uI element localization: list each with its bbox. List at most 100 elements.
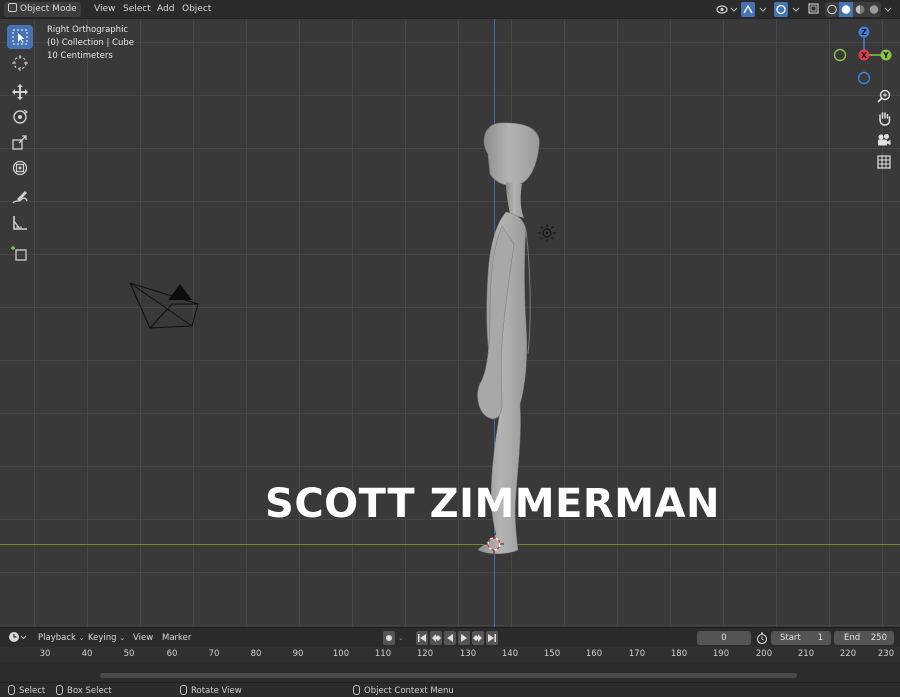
- jump-end-icon: [488, 634, 496, 642]
- select-box-icon: [12, 29, 28, 45]
- visibility-icon[interactable]: [716, 3, 738, 16]
- clock-icon: [9, 632, 27, 642]
- play-reverse-button[interactable]: [444, 631, 456, 645]
- ruler-tick: 200: [755, 649, 773, 659]
- jump-keyframe-forward-button[interactable]: [472, 631, 484, 645]
- menu-add[interactable]: Add: [153, 2, 178, 17]
- gizmo-y-label: Y: [882, 51, 889, 60]
- ruler-tick: 190: [712, 649, 730, 659]
- jump-start-button[interactable]: [416, 631, 428, 645]
- rotate-tool[interactable]: [7, 105, 33, 129]
- jump-keyframe-back-button[interactable]: [430, 631, 442, 645]
- transform-tool[interactable]: [7, 156, 33, 180]
- start-frame-field[interactable]: Start 1: [771, 631, 831, 645]
- record-icon: [386, 635, 392, 641]
- keyframe-forward-icon: [473, 634, 482, 642]
- camera-view-button[interactable]: [873, 129, 895, 151]
- viewport-header: Object Mode View Select Add Object: [0, 0, 900, 19]
- rotate-icon: [13, 109, 29, 124]
- play-button[interactable]: [458, 631, 470, 645]
- zoom-icon: [877, 89, 891, 103]
- stopwatch-icon[interactable]: [756, 632, 768, 644]
- keyframe-back-icon: [432, 634, 441, 642]
- timeline-view-menu[interactable]: View: [129, 631, 157, 645]
- scale-tool[interactable]: [7, 130, 33, 154]
- ruler-tick: 150: [543, 649, 561, 659]
- watermark-text: SCOTT ZIMMERMAN: [265, 481, 720, 527]
- timeline-ruler[interactable]: 30 40 50 60 70 80 90 100 110 120 130 140…: [0, 647, 900, 662]
- add-cube-tool[interactable]: [7, 241, 33, 265]
- playback-menu[interactable]: Playback ⌄: [34, 631, 89, 645]
- pan-view-button[interactable]: [873, 107, 895, 129]
- status-rotate-view: Rotate View: [180, 685, 242, 696]
- navigation-gizmo[interactable]: Z X Y: [832, 25, 896, 87]
- keying-menu[interactable]: Keying ⌄: [84, 631, 129, 645]
- 3d-viewport[interactable]: Right Orthographic (0) Collection | Cube…: [0, 19, 900, 627]
- editor-type-button[interactable]: [4, 631, 32, 645]
- menu-object[interactable]: Object: [178, 2, 215, 17]
- perspective-toggle-button[interactable]: [873, 151, 895, 173]
- ruler-tick: 130: [459, 649, 477, 659]
- move-icon: [12, 84, 28, 100]
- timeline-marker-menu[interactable]: Marker: [158, 631, 195, 645]
- ruler-tick: 230: [877, 649, 895, 659]
- ruler-tick: 80: [250, 649, 262, 659]
- play-icon: [461, 634, 467, 642]
- timeline-header: Playback ⌄ Keying ⌄ View Marker ⌄ 0 Star…: [0, 627, 900, 647]
- gizmo-toggle-icon[interactable]: [741, 2, 769, 17]
- measure-tool[interactable]: [7, 211, 33, 235]
- status-select: Select: [8, 685, 45, 696]
- menu-select[interactable]: Select: [119, 2, 155, 17]
- shading-mode-icons[interactable]: [825, 2, 895, 17]
- jump-end-button[interactable]: [486, 631, 498, 645]
- cursor-tool-icon: [12, 55, 28, 71]
- gizmo-z-label: Z: [861, 28, 867, 37]
- mode-dropdown[interactable]: Object Mode: [4, 2, 81, 17]
- ruler-tick: 30: [39, 649, 51, 659]
- transform-icon: [12, 160, 28, 176]
- mouse-right-icon: [353, 685, 360, 695]
- ruler-tick: 110: [374, 649, 392, 659]
- cursor-tool[interactable]: [7, 51, 33, 75]
- ruler-tick: 50: [123, 649, 135, 659]
- play-reverse-icon: [447, 634, 453, 642]
- move-tool[interactable]: [7, 80, 33, 104]
- end-frame-field[interactable]: End 250: [834, 631, 894, 645]
- status-box-select: Box Select: [56, 685, 112, 696]
- chevron-down-icon: ⌄: [119, 634, 126, 642]
- add-cube-icon: [11, 246, 27, 261]
- current-frame-field[interactable]: 0: [697, 631, 751, 645]
- overlay-toggle-icon[interactable]: [774, 2, 802, 17]
- gizmo-x-label: X: [861, 51, 867, 60]
- timeline-area[interactable]: [0, 662, 900, 682]
- camera-icon: [878, 134, 891, 146]
- view-name: Right Orthographic: [47, 25, 129, 35]
- annotate-icon: [12, 191, 28, 204]
- xray-icon[interactable]: [808, 3, 820, 15]
- object-mode-icon: [8, 3, 17, 12]
- ruler-tick: 160: [585, 649, 603, 659]
- ruler-tick: 70: [208, 649, 220, 659]
- status-bar: Select Box Select Rotate View Object Con…: [0, 682, 900, 697]
- hand-icon: [879, 112, 891, 126]
- ruler-tick: 100: [332, 649, 350, 659]
- ruler-tick: 170: [628, 649, 646, 659]
- mouse-left-icon: [8, 685, 15, 695]
- ruler-tick: 40: [81, 649, 93, 659]
- record-chevron-icon: ⌄: [398, 634, 404, 642]
- scale-icon: [12, 135, 27, 150]
- camera-object-icon[interactable]: [128, 281, 202, 331]
- zoom-view-button[interactable]: [873, 85, 895, 107]
- collection-info: (0) Collection | Cube: [47, 38, 135, 48]
- record-button[interactable]: [383, 631, 395, 645]
- ruler-tick: 60: [166, 649, 178, 659]
- ruler-tick: 180: [670, 649, 688, 659]
- measure-icon: [13, 216, 27, 230]
- jump-start-icon: [418, 634, 426, 642]
- 3d-cursor-icon[interactable]: [484, 534, 504, 554]
- timeline-scrollbar[interactable]: [100, 673, 797, 678]
- annotate-tool[interactable]: [7, 186, 33, 210]
- select-box-tool[interactable]: [7, 25, 33, 49]
- ruler-tick: 210: [797, 649, 815, 659]
- menu-view[interactable]: View: [90, 2, 119, 17]
